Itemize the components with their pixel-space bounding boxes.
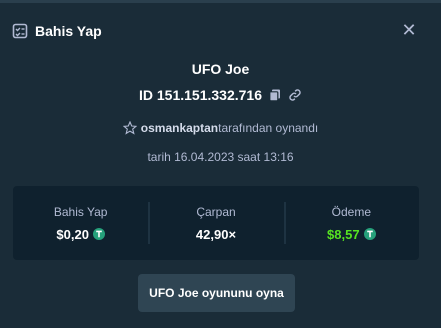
bet-date: tarih 16.04.2023 saat 13:16 (147, 150, 294, 164)
stat-multiplier: Çarpan 42,90× (148, 186, 283, 260)
played-by-text: tarafından oynandı (218, 121, 319, 135)
stat-multiplier-value-row: 42,90× (196, 227, 236, 242)
stat-bet-label: Bahis Yap (53, 204, 108, 219)
stat-payout-value-row: $8,57 (327, 227, 376, 242)
modal-title: Bahis Yap (35, 23, 102, 39)
bet-stats-panel: Bahis Yap $0,20 Çarpan 42,90× Ödeme $8,5… (13, 186, 419, 260)
stat-payout-label: Ödeme (331, 204, 371, 219)
stat-bet-value-row: $0,20 (56, 227, 105, 242)
stat-bet-value: $0,20 (56, 226, 89, 242)
play-game-button[interactable]: UFO Joe oyununu oyna (138, 274, 295, 312)
stat-payout-value: $8,57 (327, 226, 360, 242)
bet-id-row: ID 151.151.332.716 (0, 87, 441, 103)
modal-header: Bahis Yap ✕ (12, 20, 429, 42)
stat-multiplier-value: 42,90× (195, 226, 237, 242)
bet-slip-icon (12, 23, 28, 39)
tether-coin-icon (92, 228, 105, 240)
copy-icon[interactable] (268, 88, 282, 102)
tether-coin-icon (363, 228, 376, 240)
player-username[interactable]: osmankaptan (141, 121, 218, 135)
star-icon (122, 120, 138, 135)
bet-id: ID 151.151.332.716 (139, 87, 262, 103)
player-row: osmankaptan tarafından oynandı (0, 120, 441, 135)
bet-details-modal: Bahis Yap ✕ UFO Joe ID 151.151.332.716 o… (0, 3, 441, 328)
stat-multiplier-label: Çarpan (196, 204, 236, 219)
stat-payout: Ödeme $8,57 (283, 186, 419, 260)
close-icon[interactable]: ✕ (398, 19, 420, 41)
link-icon[interactable] (288, 88, 302, 102)
game-title: UFO Joe (191, 61, 250, 77)
stat-bet: Bahis Yap $0,20 (13, 186, 148, 260)
